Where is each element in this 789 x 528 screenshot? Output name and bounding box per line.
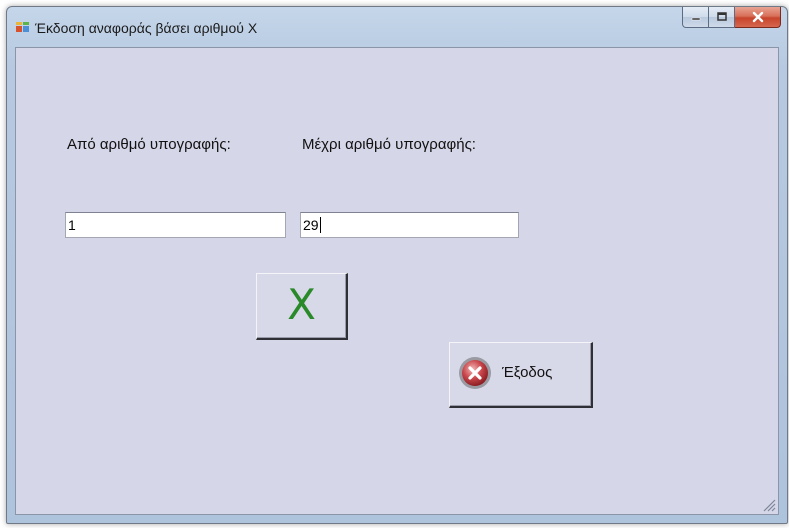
app-icon	[16, 22, 29, 32]
resize-grip-icon[interactable]	[760, 496, 776, 512]
minimize-icon	[691, 17, 700, 21]
window-title: Έκδοση αναφοράς βάσει αριθμού Χ	[35, 20, 258, 36]
from-signature-label: Από αριθμό υπογραφής:	[67, 136, 231, 153]
to-signature-input[interactable]	[300, 212, 519, 238]
maximize-button[interactable]	[709, 7, 735, 28]
close-button[interactable]	[735, 7, 781, 28]
minimize-button[interactable]	[682, 7, 709, 28]
close-icon	[752, 11, 763, 23]
maximize-icon	[716, 12, 727, 21]
x-button-label: X	[287, 280, 316, 329]
exit-button-label: Έξοδος	[502, 364, 553, 381]
from-signature-input[interactable]	[65, 212, 286, 238]
caption-buttons	[682, 7, 781, 29]
exit-button[interactable]: Έξοδος	[449, 342, 593, 408]
form-client-area: Από αριθμό υπογραφής: Μέχρι αριθμό υπογρ…	[15, 47, 779, 515]
x-report-button[interactable]: X	[256, 273, 348, 340]
app-window: Έκδοση αναφοράς βάσει αριθμού Χ Από αριθ…	[6, 6, 788, 524]
text-caret	[320, 217, 321, 233]
exit-x-circle-icon	[459, 357, 491, 389]
to-signature-label: Μέχρι αριθμό υπογραφής:	[302, 136, 476, 153]
title-bar[interactable]: Έκδοση αναφοράς βάσει αριθμού Χ	[7, 7, 787, 47]
